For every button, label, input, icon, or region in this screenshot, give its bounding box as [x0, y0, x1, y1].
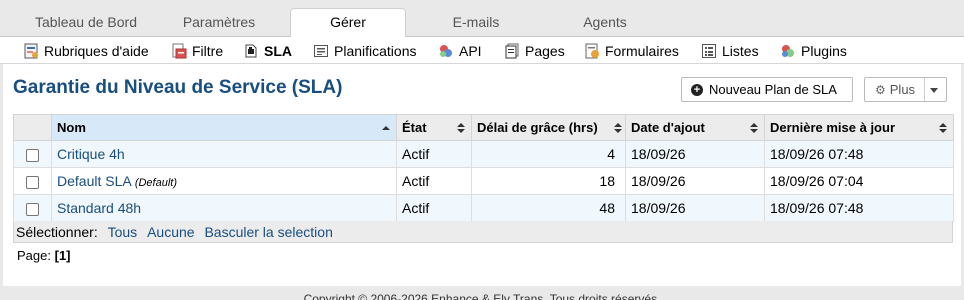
subnav-help-topics[interactable]: Rubriques d'aide: [23, 41, 149, 61]
pagination: Page: [1]: [17, 248, 71, 263]
grace-period-cell: 48: [471, 194, 626, 222]
table-row: Standard 48h Actif 48 18/09/26 18/09/26 …: [13, 194, 954, 222]
toggle-selection-link[interactable]: Basculer la selection: [204, 224, 332, 240]
schedules-icon: [313, 43, 329, 59]
select-all-link[interactable]: Tous: [108, 224, 138, 240]
grace-period-cell: 18: [471, 167, 626, 195]
column-header-created[interactable]: Date d'ajout: [625, 114, 765, 141]
subnav-lists[interactable]: Listes: [701, 41, 759, 61]
sort-both-icon: [750, 123, 758, 133]
selection-bar: Sélectionner: Tous Aucune Basculer la se…: [13, 221, 953, 243]
sort-both-icon: [457, 123, 465, 133]
updated-cell: 18/09/26 07:48: [764, 140, 954, 168]
name-cell: Critique 4h: [51, 140, 397, 168]
new-sla-plan-label: Nouveau Plan de SLA: [709, 82, 837, 97]
more-actions-button[interactable]: ⚙ Plus: [864, 77, 947, 102]
sort-both-icon: [614, 123, 622, 133]
tab-settings[interactable]: Paramètres: [160, 10, 278, 37]
select-column-header: [13, 114, 52, 141]
sort-ascending-icon: [382, 126, 390, 130]
default-tag: (Default): [134, 177, 178, 189]
column-header-updated[interactable]: Dernière mise à jour: [764, 114, 954, 141]
column-header-status[interactable]: État: [396, 114, 472, 141]
table-row: Default SLA (Default) Actif 18 18/09/26 …: [13, 167, 954, 195]
column-header-grace-period[interactable]: Délai de grâce (hrs): [471, 114, 626, 141]
grace-period-cell: 4: [471, 140, 626, 168]
row-select-cell: [13, 140, 52, 168]
created-cell: 18/09/26: [625, 140, 765, 168]
subnav-sla[interactable]: SLA: [243, 41, 292, 61]
updated-cell: 18/09/26 07:48: [764, 194, 954, 222]
tab-manage[interactable]: Gérer: [290, 8, 406, 38]
tab-emails[interactable]: E-mails: [418, 10, 534, 37]
sla-table: Nom État Délai de grâce (hrs) Date d'ajo…: [13, 114, 954, 222]
subnav-filter[interactable]: Filtre: [171, 41, 223, 61]
tab-dashboard[interactable]: Tableau de Bord: [20, 10, 152, 37]
new-sla-plan-button[interactable]: + Nouveau Plan de SLA: [681, 77, 853, 102]
subnav-label: Formulaires: [605, 43, 679, 59]
button-divider: [924, 78, 925, 101]
row-checkbox[interactable]: [26, 202, 39, 216]
subnav-label: Pages: [525, 43, 565, 59]
subnav-label: Listes: [722, 43, 759, 59]
lists-icon: [701, 43, 717, 59]
column-header-label: Nom: [57, 120, 86, 135]
column-header-name[interactable]: Nom: [51, 114, 397, 141]
gear-icon: ⚙: [875, 82, 886, 97]
filter-icon: [171, 43, 187, 59]
select-none-link[interactable]: Aucune: [147, 224, 194, 240]
sub-nav: Rubriques d'aide Filtre SLA Planificatio…: [0, 37, 964, 64]
subnav-schedules[interactable]: Planifications: [313, 41, 417, 61]
subnav-pages[interactable]: Pages: [504, 41, 565, 61]
tab-agents[interactable]: Agents: [546, 10, 664, 37]
footer-copyright: Copyright © 2006-2026 Enhance & Ely Tran…: [303, 292, 661, 300]
selection-label: Sélectionner:: [16, 224, 98, 240]
column-header-label: Délai de grâce (hrs): [477, 120, 598, 135]
column-header-label: Dernière mise à jour: [770, 120, 895, 135]
subnav-plugins[interactable]: Plugins: [780, 41, 847, 61]
sort-both-icon: [939, 123, 947, 133]
sla-icon: [243, 43, 259, 59]
created-cell: 18/09/26: [625, 194, 765, 222]
subnav-forms[interactable]: Formulaires: [584, 41, 679, 61]
subnav-label: Planifications: [334, 43, 417, 59]
pages-icon: [504, 43, 520, 59]
plus-circle-icon: +: [691, 83, 703, 96]
row-checkbox[interactable]: [26, 175, 39, 189]
forms-icon: [584, 43, 600, 59]
row-select-cell: [13, 167, 52, 195]
current-page: [1]: [54, 248, 71, 263]
sla-name-link[interactable]: Default SLA: [57, 173, 131, 189]
row-checkbox[interactable]: [26, 148, 39, 162]
table-row: Critique 4h Actif 4 18/09/26 18/09/26 07…: [13, 140, 954, 168]
help-topics-icon: [23, 43, 39, 59]
column-header-label: État: [402, 120, 427, 135]
pager-label: Page:: [17, 248, 51, 263]
table-header-row: Nom État Délai de grâce (hrs) Date d'ajo…: [13, 114, 954, 141]
status-cell: Actif: [396, 194, 472, 222]
updated-cell: 18/09/26 07:04: [764, 167, 954, 195]
subnav-label: Plugins: [801, 43, 847, 59]
subnav-label: Filtre: [192, 43, 224, 59]
name-cell: Default SLA (Default): [51, 167, 397, 195]
subnav-label: SLA: [264, 43, 292, 59]
status-cell: Actif: [396, 167, 472, 195]
main-content: Garantie du Niveau de Service (SLA) + No…: [3, 64, 961, 286]
sla-name-link[interactable]: Standard 48h: [57, 200, 141, 216]
name-cell: Standard 48h: [51, 194, 397, 222]
page-title: Garantie du Niveau de Service (SLA): [13, 77, 343, 98]
column-header-label: Date d'ajout: [631, 120, 705, 135]
main-nav-tabs: Tableau de Bord Paramètres Gérer E-mails…: [0, 0, 964, 38]
more-actions-label: Plus: [889, 82, 916, 97]
sla-name-link[interactable]: Critique 4h: [57, 146, 125, 162]
created-cell: 18/09/26: [625, 167, 765, 195]
chevron-down-icon[interactable]: [930, 88, 938, 93]
status-cell: Actif: [396, 140, 472, 168]
plugins-icon: [780, 43, 796, 59]
api-icon: [438, 43, 454, 59]
subnav-label: Rubriques d'aide: [44, 43, 149, 59]
subnav-label: API: [459, 43, 482, 59]
subnav-api[interactable]: API: [438, 41, 482, 61]
row-select-cell: [13, 194, 52, 222]
